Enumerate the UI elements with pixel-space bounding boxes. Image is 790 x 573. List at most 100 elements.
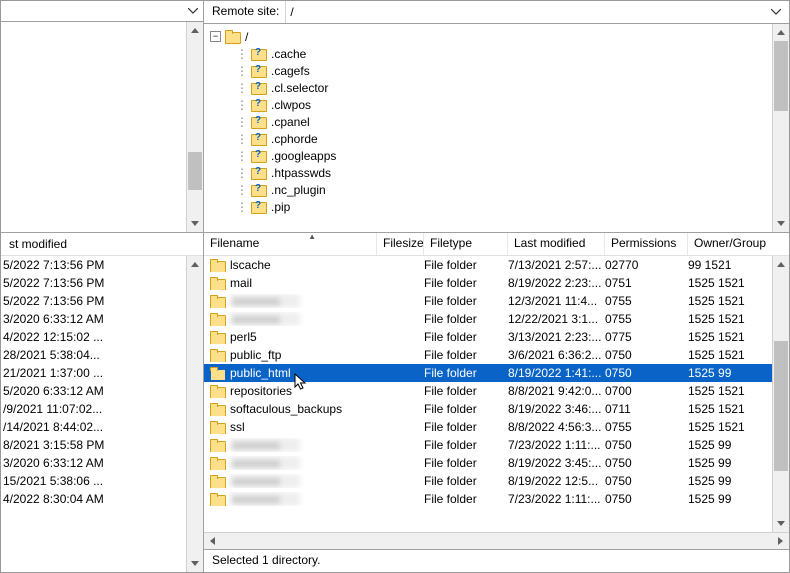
collapse-icon[interactable]: − (210, 31, 221, 42)
table-row[interactable]: sslFile folder8/8/2022 4:56:3...07551525… (204, 418, 772, 436)
table-row[interactable]: xxxxxxxxFile folder12/22/2021 3:1...0755… (204, 310, 772, 328)
folder-unknown-icon (251, 47, 267, 60)
list-item[interactable]: 5/2020 6:33:12 AM (1, 382, 186, 400)
table-row[interactable]: mailFile folder8/19/2022 2:23:...0751152… (204, 274, 772, 292)
tree-item[interactable]: ⋮.cache (210, 45, 772, 62)
tree-item[interactable]: ⋮.pip (210, 198, 772, 215)
file-list-hscroll[interactable] (204, 532, 789, 549)
local-tree[interactable] (1, 22, 186, 232)
local-list[interactable]: 5/2022 7:13:56 PM5/2022 7:13:56 PM5/2022… (1, 256, 186, 572)
tree-root-label: / (245, 30, 248, 44)
tree-item[interactable]: ⋮.cphorde (210, 130, 772, 147)
col-filesize[interactable]: Filesize (377, 233, 424, 255)
file-permissions: 0700 (605, 384, 688, 398)
folder-icon (210, 493, 226, 506)
scroll-down-icon[interactable] (187, 555, 203, 572)
list-item[interactable]: 5/2022 7:13:56 PM (1, 256, 186, 274)
file-owner: 1525 99 (688, 492, 766, 506)
tree-item[interactable]: ⋮.cagefs (210, 62, 772, 79)
file-type: File folder (424, 474, 508, 488)
list-item[interactable]: 5/2022 7:13:56 PM (1, 292, 186, 310)
list-item[interactable]: /14/2021 8:44:02... (1, 418, 186, 436)
table-row[interactable]: public_ftpFile folder3/6/2021 6:36:2...0… (204, 346, 772, 364)
list-item[interactable]: 15/2021 5:38:06 ... (1, 472, 186, 490)
file-list-vscroll[interactable] (772, 256, 789, 532)
scroll-up-icon[interactable] (773, 24, 789, 41)
col-permissions[interactable]: Permissions (605, 233, 688, 255)
col-filetype[interactable]: Filetype (424, 233, 508, 255)
tree-item[interactable]: ⋮.htpasswds (210, 164, 772, 181)
folder-icon (210, 277, 226, 290)
tree-item[interactable]: ⋮.clwpos (210, 96, 772, 113)
file-type: File folder (424, 438, 508, 452)
file-list[interactable]: lscacheFile folder7/13/2021 2:57:...0277… (204, 256, 772, 532)
table-row[interactable]: xxxxxxxxFile folder12/3/2021 11:4...0755… (204, 292, 772, 310)
scroll-down-icon[interactable] (773, 515, 789, 532)
remote-tree-vscroll[interactable] (772, 24, 789, 232)
tree-item[interactable]: ⋮.googleapps (210, 147, 772, 164)
list-item[interactable]: 21/2021 1:37:00 ... (1, 364, 186, 382)
scroll-up-icon[interactable] (187, 256, 203, 273)
file-permissions: 0755 (605, 312, 688, 326)
tree-item[interactable]: ⋮.cl.selector (210, 79, 772, 96)
table-row[interactable]: softaculous_backupsFile folder8/19/2022 … (204, 400, 772, 418)
tree-item[interactable]: ⋮.cpanel (210, 113, 772, 130)
list-item[interactable]: 3/2020 6:33:12 AM (1, 310, 186, 328)
file-permissions: 0755 (605, 294, 688, 308)
scroll-thumb[interactable] (774, 341, 788, 471)
folder-unknown-icon (251, 98, 267, 111)
scroll-thumb[interactable] (188, 152, 202, 190)
file-owner: 99 1521 (688, 258, 766, 272)
file-owner: 1525 1521 (688, 420, 766, 434)
chevron-down-icon[interactable] (767, 9, 785, 15)
file-name: perl5 (230, 330, 257, 344)
scroll-up-icon[interactable] (773, 256, 789, 273)
folder-unknown-icon (251, 149, 267, 162)
table-row[interactable]: xxxxxxxxFile folder7/23/2022 1:11:...075… (204, 490, 772, 508)
list-item[interactable]: 28/2021 5:38:04... (1, 346, 186, 364)
list-item[interactable]: 4/2022 8:30:04 AM (1, 490, 186, 508)
file-owner: 1525 99 (688, 474, 766, 488)
file-list-header[interactable]: Filename ▲ Filesize Filetype Last modifi… (204, 233, 789, 256)
chevron-down-icon[interactable] (185, 3, 201, 19)
remote-path-input[interactable]: / (285, 1, 789, 23)
table-row[interactable]: xxxxxxxxFile folder8/19/2022 12:5...0750… (204, 472, 772, 490)
file-modified: 8/8/2022 4:56:3... (508, 420, 605, 434)
folder-icon (210, 457, 226, 470)
file-type: File folder (424, 276, 508, 290)
table-row[interactable]: xxxxxxxxFile folder7/23/2022 1:11:...075… (204, 436, 772, 454)
local-list-header[interactable]: st modified (1, 233, 203, 256)
tree-root[interactable]: − / (210, 28, 772, 45)
col-modified[interactable]: Last modified (508, 233, 605, 255)
col-filename[interactable]: Filename ▲ (204, 233, 377, 255)
scroll-down-icon[interactable] (773, 215, 789, 232)
list-item[interactable]: 5/2022 7:13:56 PM (1, 274, 186, 292)
file-name: public_ftp (230, 348, 281, 362)
folder-icon (210, 331, 226, 344)
table-row[interactable]: perl5File folder3/13/2021 2:23:...077515… (204, 328, 772, 346)
scroll-left-icon[interactable] (204, 533, 221, 549)
file-type: File folder (424, 258, 508, 272)
file-permissions: 0755 (605, 420, 688, 434)
list-item[interactable]: /9/2021 11:07:02... (1, 400, 186, 418)
folder-icon (210, 421, 226, 434)
local-tree-vscroll[interactable] (186, 22, 203, 232)
table-row[interactable]: public_htmlFile folder8/19/2022 1:41:...… (204, 364, 772, 382)
list-item[interactable]: 3/2020 6:33:12 AM (1, 454, 186, 472)
scroll-right-icon[interactable] (772, 533, 789, 549)
table-row[interactable]: lscacheFile folder7/13/2021 2:57:...0277… (204, 256, 772, 274)
tree-item[interactable]: ⋮.nc_plugin (210, 181, 772, 198)
scroll-up-icon[interactable] (187, 22, 203, 39)
col-owner[interactable]: Owner/Group (688, 233, 766, 255)
list-item[interactable]: 4/2022 12:15:02 ... (1, 328, 186, 346)
table-row[interactable]: xxxxxxxxFile folder8/19/2022 3:45:...075… (204, 454, 772, 472)
scroll-thumb[interactable] (774, 41, 788, 111)
remote-tree[interactable]: − / ⋮.cache⋮.cagefs⋮.cl.selector⋮.clwpos… (204, 24, 772, 232)
list-item[interactable]: 8/2021 3:15:58 PM (1, 436, 186, 454)
table-row[interactable]: repositoriesFile folder8/8/2021 9:42:0..… (204, 382, 772, 400)
col-last-modified[interactable]: st modified (3, 234, 73, 254)
scroll-down-icon[interactable] (187, 215, 203, 232)
file-name: public_html (230, 366, 291, 380)
local-list-vscroll[interactable] (186, 256, 203, 572)
local-site-bar[interactable] (1, 1, 203, 22)
